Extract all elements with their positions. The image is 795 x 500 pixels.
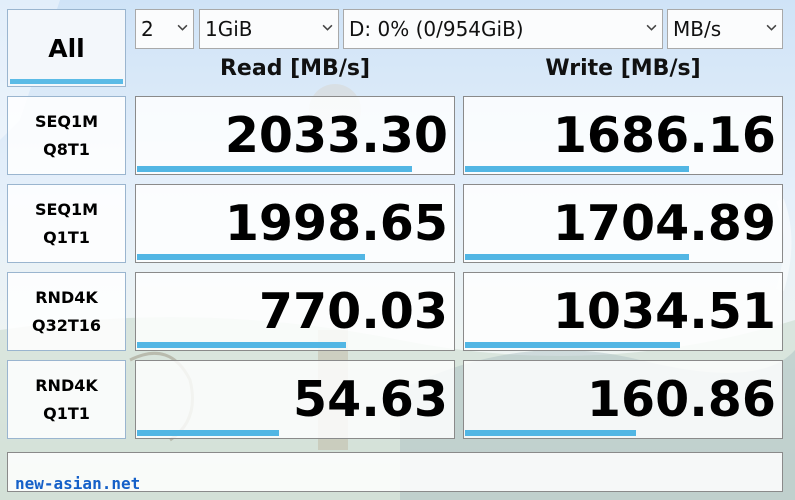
write-result-cell: 1686.16	[463, 96, 783, 175]
read-value: 54.63	[293, 371, 448, 428]
write-progress-bar	[465, 166, 689, 172]
watermark-text: new-asian.net	[15, 474, 141, 493]
read-header: Read [MB/s]	[219, 56, 370, 81]
count-select[interactable]: 2	[135, 9, 194, 49]
chevron-down-icon	[766, 24, 777, 31]
read-result-cell: 1998.65	[135, 184, 455, 263]
write-value: 160.86	[586, 371, 776, 428]
write-result-cell: 1704.89	[463, 184, 783, 263]
write-result-cell: 160.86	[463, 360, 783, 439]
unit-select[interactable]: MB/s	[667, 9, 783, 49]
test-label-line2: Q1T1	[43, 403, 90, 423]
read-result-cell: 2033.30	[135, 96, 455, 175]
all-button[interactable]: All	[7, 9, 126, 87]
chevron-down-icon	[177, 24, 188, 31]
drive-select[interactable]: D: 0% (0/954GiB)	[343, 9, 663, 49]
read-progress-bar	[137, 430, 279, 436]
unit-select-value: MB/s	[673, 17, 722, 41]
chevron-down-icon	[646, 24, 657, 31]
chevron-down-icon	[322, 24, 333, 31]
read-result-cell: 770.03	[135, 272, 455, 351]
write-progress-bar	[465, 342, 680, 348]
drive-select-value: D: 0% (0/954GiB)	[349, 17, 524, 41]
read-result-cell: 54.63	[135, 360, 455, 439]
write-result-cell: 1034.51	[463, 272, 783, 351]
test-label-line2: Q1T1	[43, 227, 90, 247]
test-button-rnd4k-q1t1[interactable]: RND4K Q1T1	[7, 360, 126, 439]
test-label-line1: RND4K	[35, 287, 98, 307]
test-button-seq1m-q8t1[interactable]: SEQ1M Q8T1	[7, 96, 126, 175]
read-value: 770.03	[258, 283, 448, 340]
read-progress-bar	[137, 254, 365, 260]
read-value: 1998.65	[224, 195, 448, 252]
test-label-line1: SEQ1M	[34, 199, 99, 219]
write-value: 1704.89	[552, 195, 776, 252]
test-label-line2: Q32T16	[31, 315, 102, 335]
read-value: 2033.30	[224, 107, 448, 164]
read-progress-bar	[137, 342, 346, 348]
write-progress-bar	[465, 254, 689, 260]
test-button-rnd4k-q32t16[interactable]: RND4K Q32T16	[7, 272, 126, 351]
test-label-line1: RND4K	[35, 375, 98, 395]
write-value: 1034.51	[552, 283, 776, 340]
write-value: 1686.16	[552, 107, 776, 164]
count-select-value: 2	[141, 17, 154, 41]
read-progress-bar	[137, 166, 412, 172]
size-select-value: 1GiB	[205, 17, 253, 41]
test-button-seq1m-q1t1[interactable]: SEQ1M Q1T1	[7, 184, 126, 263]
write-progress-bar	[465, 430, 636, 436]
size-select[interactable]: 1GiB	[199, 9, 339, 49]
test-label-line2: Q8T1	[43, 139, 90, 159]
test-label-line1: SEQ1M	[34, 111, 99, 131]
write-header: Write [MB/s]	[545, 56, 701, 81]
